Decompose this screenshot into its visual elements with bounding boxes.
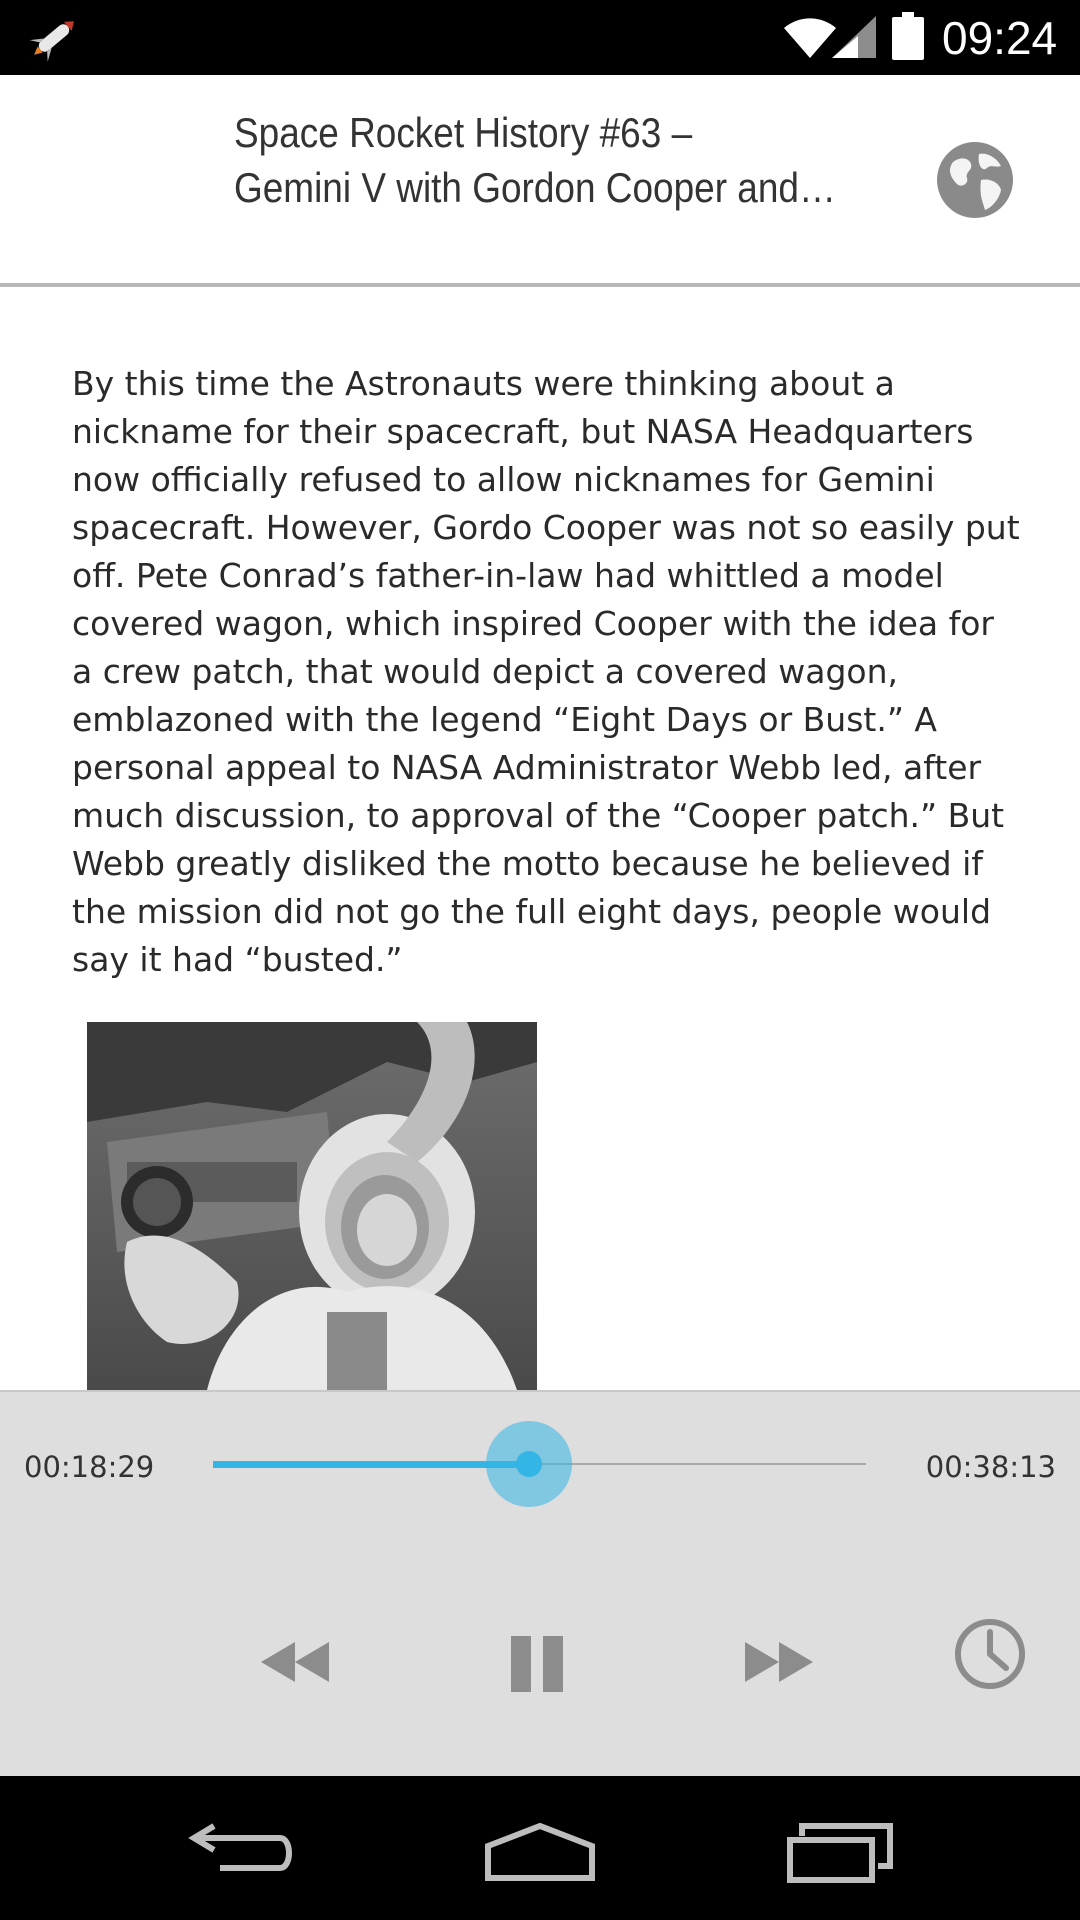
episode-title: Space Rocket History #63 – Gemini V with…: [234, 105, 836, 215]
seek-thumb[interactable]: [485, 1421, 572, 1507]
episode-title-line-2: Gemini V with Gordon Cooper and…: [234, 164, 836, 211]
seek-progress: [213, 1461, 529, 1468]
signal-icon: [832, 16, 876, 58]
recents-icon[interactable]: [780, 1816, 900, 1886]
playback-panel: 00:18:29 00:38:13: [0, 1390, 1080, 1776]
back-icon[interactable]: [180, 1816, 300, 1886]
globe-icon[interactable]: [935, 140, 1015, 220]
wifi-icon: [784, 18, 836, 58]
episode-header: Space Rocket History #63 – Gemini V with…: [0, 75, 1080, 287]
status-bar: 09:24: [0, 0, 1080, 75]
home-icon[interactable]: [480, 1816, 600, 1886]
rewind-icon[interactable]: [255, 1622, 345, 1702]
episode-title-line-1: Space Rocket History #63 –: [234, 109, 693, 156]
episode-description: By this time the Astronauts were thinkin…: [72, 364, 1020, 979]
sleep-timer-icon[interactable]: [950, 1614, 1030, 1694]
rocket-app-icon: [29, 21, 74, 62]
astronaut-photo: [87, 1022, 537, 1390]
fast-forward-icon[interactable]: [733, 1622, 823, 1702]
system-nav-bar: [0, 1776, 1080, 1920]
elapsed-time: 00:18:29: [24, 1450, 155, 1484]
battery-icon: [892, 12, 924, 60]
status-clock: 09:24: [942, 12, 1058, 64]
total-time: 00:38:13: [925, 1450, 1056, 1484]
pause-icon[interactable]: [495, 1622, 585, 1702]
